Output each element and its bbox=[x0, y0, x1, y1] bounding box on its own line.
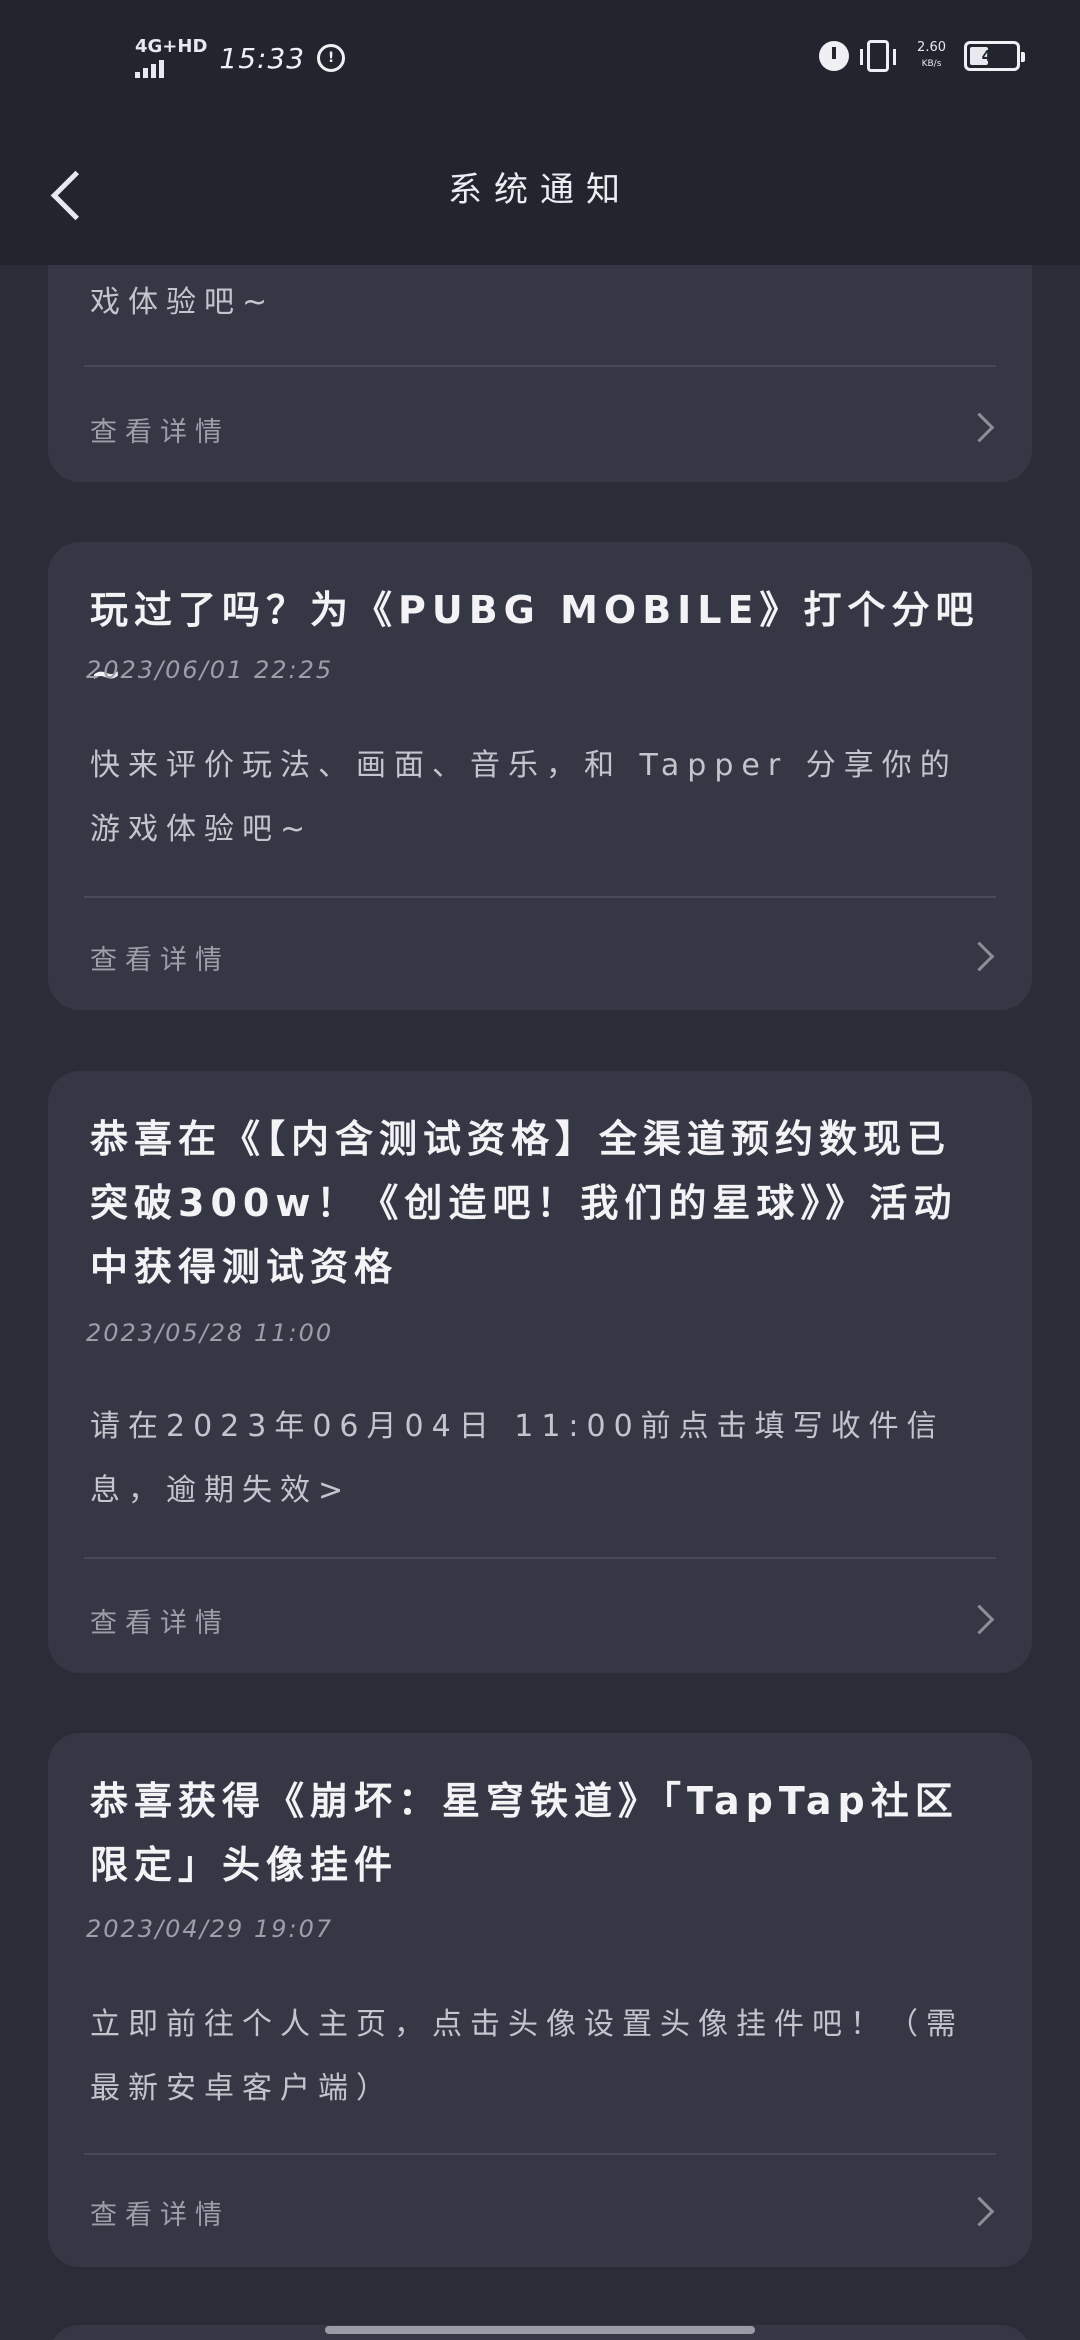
network-indicator: 4G+HD bbox=[135, 38, 207, 78]
notification-date: 2023/05/28 11:00 bbox=[86, 1319, 334, 1347]
battery-level: 42 bbox=[981, 47, 1003, 65]
notification-date: 2023/06/01 22:25 bbox=[86, 656, 334, 684]
signal-icon bbox=[135, 58, 207, 78]
vibrate-icon bbox=[860, 40, 897, 72]
status-bar: 4G+HD 15:33 ! 2.60 KB/s 42 bbox=[0, 0, 1080, 120]
status-left: 4G+HD 15:33 ! bbox=[135, 38, 346, 78]
notification-card[interactable]: 恭喜在《【内含测试资格】全渠道预约数现已突破300w！《创造吧！我们的星球》》活… bbox=[48, 1071, 1032, 1673]
notification-title: 玩过了吗？为《PUBG MOBILE》打个分吧~ bbox=[90, 588, 980, 696]
chevron-right-icon[interactable] bbox=[964, 1604, 995, 1635]
view-details-link[interactable]: 查看详情 bbox=[90, 938, 230, 977]
chevron-right-icon[interactable] bbox=[964, 2196, 995, 2227]
notification-body: 立即前往个人主页，点击头像设置头像挂件吧！（需最新安卓客户端） bbox=[90, 2007, 964, 2106]
page-title: 系统通知 bbox=[448, 170, 632, 210]
card-divider bbox=[84, 2153, 996, 2155]
net-speed: 2.60 KB/s bbox=[917, 40, 946, 72]
notification-title: 恭喜获得《崩坏：星穹铁道》「TapTap社区限定」头像挂件 bbox=[90, 1779, 959, 1887]
alarm-icon bbox=[819, 41, 850, 71]
app-header: 系统通知 bbox=[0, 120, 1080, 265]
notification-list[interactable]: 戏体验吧~ 查看详情 玩过了吗？为《PUBG MOBILE》打个分吧~ 2023… bbox=[0, 265, 1080, 2340]
network-type: 4G+HD bbox=[135, 36, 208, 57]
notification-body: 请在2023年06月04日 11:00前点击填写收件信息，逾期失效> bbox=[90, 1409, 945, 1508]
chevron-right-icon[interactable] bbox=[964, 941, 995, 972]
notification-card[interactable]: 戏体验吧~ 查看详情 bbox=[48, 265, 1032, 482]
view-details-link[interactable]: 查看详情 bbox=[90, 2193, 230, 2232]
card-divider bbox=[84, 365, 996, 367]
notification-card[interactable]: 恭喜获得《崩坏：星穹铁道》「TapTap社区限定」头像挂件 2023/04/29… bbox=[48, 1733, 1032, 2267]
battery-icon: 42 bbox=[964, 41, 1025, 71]
notification-title: 恭喜在《【内含测试资格】全渠道预约数现已突破300w！《创造吧！我们的星球》》活… bbox=[90, 1117, 958, 1289]
card-divider bbox=[84, 896, 996, 898]
screen: 4G+HD 15:33 ! 2.60 KB/s 42 系统通知 戏体验吧~ 查看… bbox=[0, 0, 1080, 2340]
view-details-link[interactable]: 查看详情 bbox=[90, 410, 230, 449]
app-notification-icon: ! bbox=[317, 44, 346, 72]
card-divider bbox=[84, 1557, 996, 1559]
notification-body: 快来评价玩法、画面、音乐，和 Tapper 分享你的游戏体验吧~ bbox=[90, 748, 958, 847]
net-speed-value: 2.60 bbox=[917, 40, 946, 55]
clock: 15:33 bbox=[219, 41, 306, 75]
notification-date: 2023/04/29 19:07 bbox=[86, 1915, 334, 1943]
notification-body: 戏体验吧~ bbox=[90, 285, 276, 320]
view-details-link[interactable]: 查看详情 bbox=[90, 1601, 230, 1640]
chevron-right-icon[interactable] bbox=[964, 412, 995, 443]
home-indicator[interactable] bbox=[325, 2326, 755, 2334]
net-speed-unit: KB/s bbox=[921, 59, 942, 69]
status-right: 2.60 KB/s 42 bbox=[819, 40, 1025, 72]
notification-card[interactable]: 玩过了吗？为《PUBG MOBILE》打个分吧~ 2023/06/01 22:2… bbox=[48, 542, 1032, 1010]
